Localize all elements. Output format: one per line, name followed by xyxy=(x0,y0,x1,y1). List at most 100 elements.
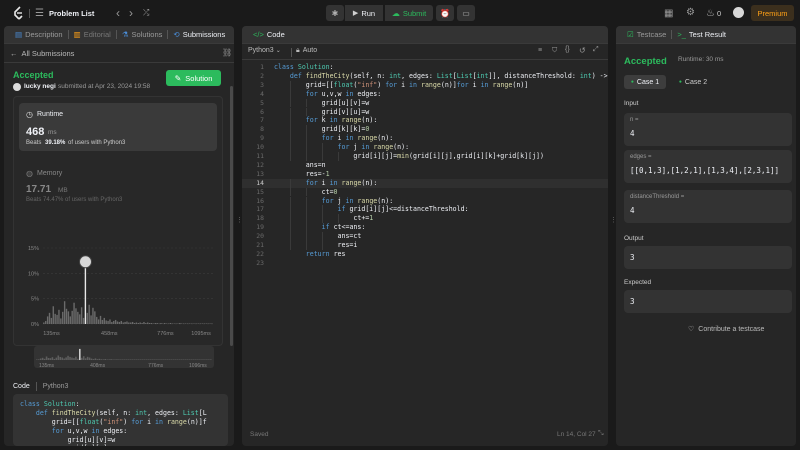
histogram-bar[interactable] xyxy=(105,320,107,324)
link-icon[interactable]: ⛓ xyxy=(222,48,232,57)
align-icon[interactable]: ≡ xyxy=(538,47,542,54)
editor-line[interactable]: 13 res=-1 xyxy=(242,170,608,179)
prev-problem-icon[interactable]: ‹ xyxy=(116,6,120,20)
output-box[interactable]: 3 xyxy=(624,246,792,269)
histogram-bar[interactable] xyxy=(164,322,166,324)
editor-line[interactable]: 12 ans=n xyxy=(242,161,608,170)
editor-line[interactable]: 9 for i in range(n): xyxy=(242,134,608,144)
histogram-bar[interactable] xyxy=(194,323,196,324)
histogram-bar[interactable] xyxy=(58,309,60,324)
histogram-bar[interactable] xyxy=(80,307,83,324)
histogram-bar[interactable] xyxy=(101,319,104,324)
histogram-bar[interactable] xyxy=(147,322,149,324)
tab-test-result[interactable]: >_ Test Result xyxy=(672,26,731,44)
mini-histogram[interactable]: 135ms 408ms 776ms 1096ms xyxy=(36,346,212,368)
histogram-bar[interactable] xyxy=(167,323,170,324)
histogram-bar[interactable] xyxy=(99,315,102,324)
braces-icon[interactable]: {} xyxy=(565,46,570,53)
histogram-bar[interactable] xyxy=(198,323,200,324)
histogram-bar[interactable] xyxy=(201,323,204,324)
bookmark-icon[interactable]: ⛉ xyxy=(552,47,557,55)
tab-submissions[interactable]: ⟲ Submissions xyxy=(168,26,230,44)
histogram-bar[interactable] xyxy=(69,316,71,324)
histogram-bar[interactable] xyxy=(145,322,147,324)
tab-testcase[interactable]: ☑ Testcase xyxy=(622,26,671,44)
histogram-bar[interactable] xyxy=(116,321,119,324)
histogram-bar[interactable] xyxy=(92,307,94,324)
histogram-bar[interactable] xyxy=(177,323,179,324)
language-select[interactable]: Python3 ⌄ xyxy=(248,47,281,54)
histogram-bar[interactable] xyxy=(82,317,85,324)
histogram-bar[interactable] xyxy=(162,323,164,324)
run-button[interactable]: ▶ Run xyxy=(345,5,383,21)
solution-button[interactable]: ✎ Solution xyxy=(166,70,221,86)
histogram-bar[interactable] xyxy=(181,323,183,324)
editor-line[interactable]: 4 for u,v,w in edges: xyxy=(242,89,608,99)
timer-button[interactable]: ⏰ xyxy=(436,5,454,21)
histogram-bar[interactable] xyxy=(109,319,111,324)
histogram-bar[interactable] xyxy=(67,311,70,324)
editor-line[interactable]: 11 grid[i][j]=min(grid[i][j],grid[i][k]+… xyxy=(242,152,608,161)
editor-line[interactable]: 3 grid=[[float("inf") for i in range(n)]… xyxy=(242,80,608,90)
histogram-bar[interactable] xyxy=(62,311,64,324)
histogram-bar[interactable] xyxy=(158,323,160,324)
submitted-code-block[interactable]: class Solution: def findTheCity(self, n:… xyxy=(13,394,228,446)
histogram-bar[interactable] xyxy=(133,322,136,324)
editor-line[interactable]: 6 grid[v][u]=w xyxy=(242,107,608,117)
settings-icon[interactable]: ⚙ xyxy=(686,7,695,18)
histogram-bar[interactable] xyxy=(50,317,53,324)
histogram-bar[interactable] xyxy=(137,322,139,324)
histogram-bar[interactable] xyxy=(171,323,173,324)
histogram-bar[interactable] xyxy=(118,321,121,324)
histogram-bar[interactable] xyxy=(111,321,113,324)
expand-icon[interactable]: ⤡ xyxy=(598,430,604,438)
editor-line[interactable]: 5 grid[u][v]=w xyxy=(242,98,608,108)
histogram-bar[interactable] xyxy=(188,323,190,324)
resize-handle[interactable]: ⋮ xyxy=(610,216,617,232)
histogram-bar[interactable] xyxy=(211,323,213,324)
problem-list-icon[interactable]: ☰ xyxy=(35,8,44,19)
histogram-bar[interactable] xyxy=(113,320,115,324)
tab-code[interactable]: </> Code xyxy=(248,26,290,44)
editor-line[interactable]: 10 for j in range(n): xyxy=(242,143,608,152)
resize-handle[interactable]: ⋮ xyxy=(236,216,243,232)
editor-line[interactable]: 2 def findTheCity(self, n: int, edges: L… xyxy=(242,72,608,81)
histogram-bar[interactable] xyxy=(126,321,128,324)
editor-line[interactable]: 15 ct=0 xyxy=(242,187,608,197)
histogram-bar[interactable] xyxy=(192,323,194,324)
tab-solutions[interactable]: ⚗ Solutions xyxy=(117,26,168,44)
histogram-bar[interactable] xyxy=(175,323,177,324)
avatar[interactable] xyxy=(733,7,744,18)
auto-mode[interactable]: 🔒︎ Auto xyxy=(296,47,317,55)
histogram-bar[interactable] xyxy=(84,267,87,324)
editor-line[interactable]: 21 res=i xyxy=(242,241,608,250)
histogram-bar[interactable] xyxy=(124,321,126,324)
editor-line[interactable]: 7 for k in range(n): xyxy=(242,116,608,126)
case-2-tab[interactable]: ● Case 2 xyxy=(672,75,714,89)
histogram-bar[interactable] xyxy=(120,320,122,324)
param-distance-threshold[interactable]: distanceThreshold = 4 xyxy=(624,190,792,223)
problem-list-link[interactable]: Problem List xyxy=(49,9,94,18)
histogram-bar[interactable] xyxy=(143,321,145,324)
fullscreen-icon[interactable]: ⤢ xyxy=(593,46,599,54)
editor-line[interactable]: 22 return res xyxy=(242,250,608,259)
tab-description[interactable]: ▤ Description xyxy=(10,26,68,44)
left-scrollbar[interactable] xyxy=(230,86,233,346)
histogram-bar[interactable] xyxy=(135,322,138,324)
histogram-bar[interactable] xyxy=(46,316,49,324)
histogram-bar[interactable] xyxy=(97,319,100,324)
editor-line[interactable]: 18 ct+=1 xyxy=(242,214,608,224)
histogram-bar[interactable] xyxy=(154,322,156,324)
contribute-testcase-link[interactable]: ♡ Contribute a testcase xyxy=(688,325,764,334)
shuffle-icon[interactable]: ⤮ xyxy=(143,8,149,18)
histogram-bar[interactable] xyxy=(139,322,141,324)
histogram-bar[interactable] xyxy=(165,323,168,324)
histogram-bar[interactable] xyxy=(122,322,124,324)
histogram-bar[interactable] xyxy=(207,323,209,324)
histogram-bar[interactable] xyxy=(86,312,88,324)
histogram-bar[interactable] xyxy=(184,323,187,324)
histogram-bar[interactable] xyxy=(148,322,151,324)
histogram-bar[interactable] xyxy=(131,321,134,324)
editor-line[interactable]: 17 if grid[i][j]<=distanceThreshold: xyxy=(242,205,608,215)
histogram-bar[interactable] xyxy=(196,323,198,324)
